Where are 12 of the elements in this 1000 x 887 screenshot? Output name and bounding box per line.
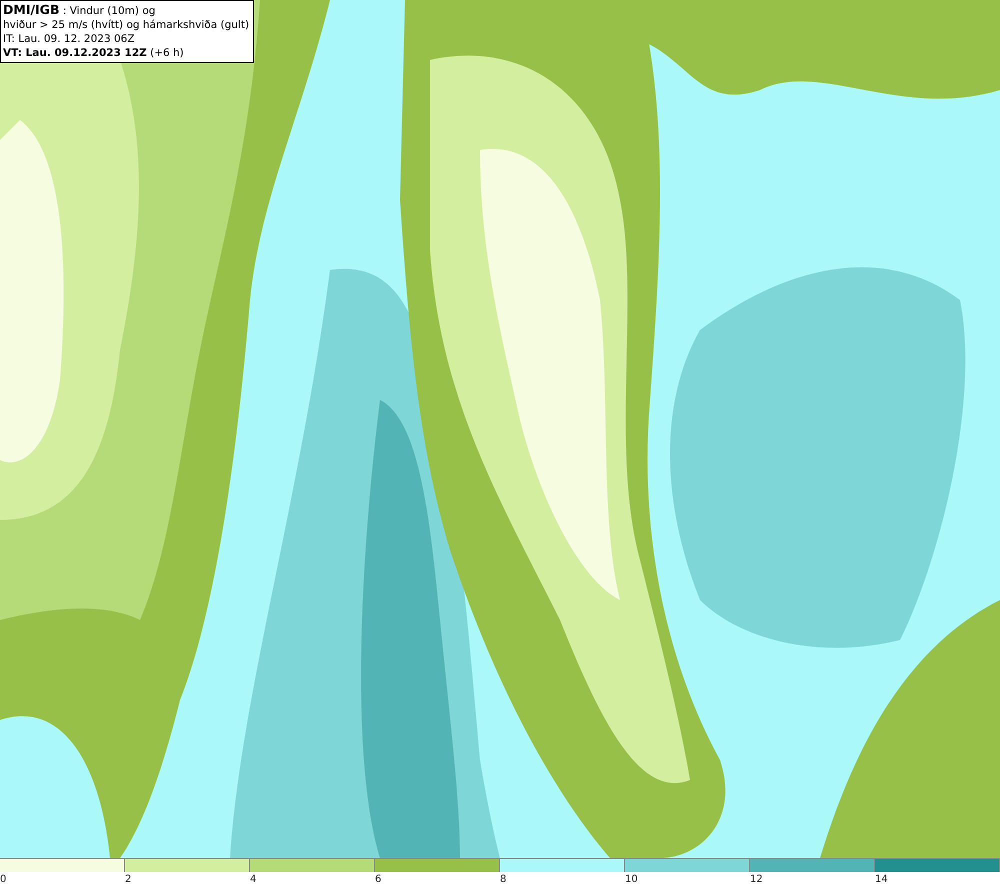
caption-line: DMI/IGB : Vindur (10m) og: [3, 3, 156, 18]
scale-label: 0: [0, 873, 6, 887]
scale-label: 6: [375, 873, 382, 887]
scale-label: 8: [500, 873, 506, 887]
scale-label: 12: [750, 873, 763, 887]
scale-label: 4: [250, 873, 256, 887]
caption-line: hviður > 25 m/s (hvítt) og hámarkshviða (gult): [3, 18, 250, 32]
scale-label: 2: [125, 873, 132, 887]
scale-label: 14: [875, 873, 888, 887]
caption-line: IT: Lau. 09. 12. 2023 06Z: [3, 32, 136, 46]
scale-label: 10: [625, 873, 638, 887]
caption-line: VT: Lau. 09.12.2023 12Z (+6 h): [3, 46, 185, 60]
